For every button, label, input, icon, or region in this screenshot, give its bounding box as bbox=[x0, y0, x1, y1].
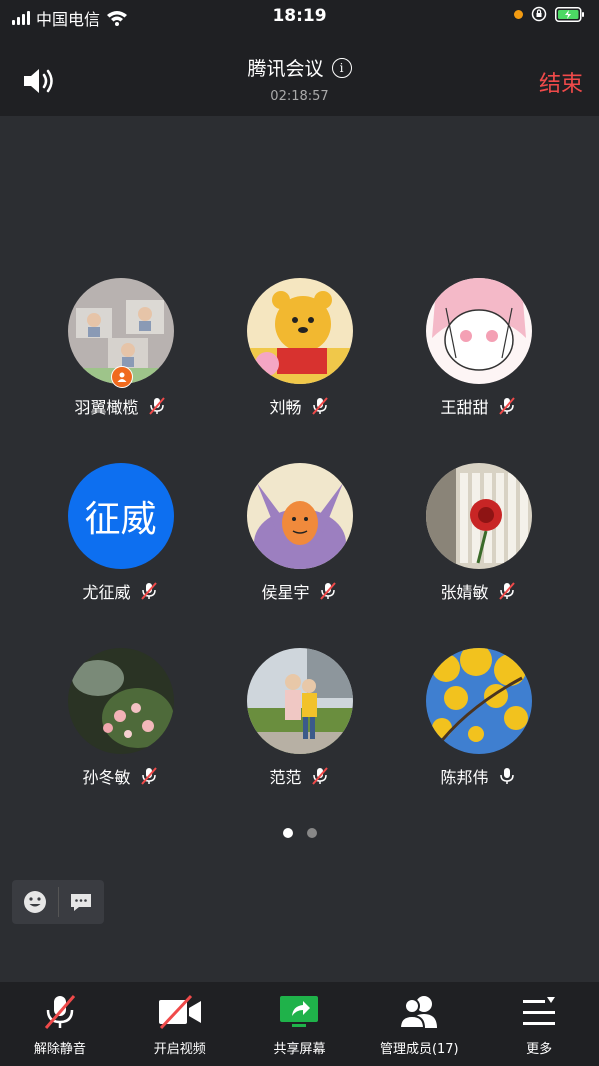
participant-tile[interactable]: 孙冬敏 bbox=[31, 648, 210, 788]
participant-name: 尤征威 bbox=[82, 583, 131, 602]
participant-tile[interactable]: 张婧敏 bbox=[389, 463, 568, 603]
avatar bbox=[67, 648, 174, 754]
quick-actions bbox=[12, 880, 104, 924]
participant-name: 王甜甜 bbox=[440, 398, 489, 417]
participant-tile[interactable]: 王甜甜 bbox=[389, 278, 568, 418]
start-video-button[interactable]: 开启视频 bbox=[120, 982, 240, 1066]
meeting-timer: 02:18:57 bbox=[270, 89, 329, 104]
more-button[interactable]: 更多 bbox=[479, 982, 599, 1066]
avatar bbox=[246, 278, 353, 384]
unmute-button[interactable]: 解除静音 bbox=[0, 982, 120, 1066]
start-video-label: 开启视频 bbox=[153, 1042, 206, 1057]
mic-muted-icon bbox=[498, 582, 515, 600]
mic-muted-icon bbox=[311, 767, 328, 785]
participant-name: 范范 bbox=[269, 768, 302, 787]
page-dot[interactable] bbox=[306, 828, 317, 838]
participant-name: 孙冬敏 bbox=[82, 768, 131, 787]
participant-name: 侯星宇 bbox=[261, 583, 310, 602]
participant-tile[interactable]: 范范 bbox=[210, 648, 389, 788]
meeting-title[interactable]: 腾讯会议 bbox=[247, 54, 323, 81]
mic-muted-icon bbox=[148, 397, 165, 415]
chat-icon bbox=[71, 894, 92, 911]
avatar bbox=[425, 463, 532, 569]
avatar bbox=[246, 648, 353, 754]
page-indicator[interactable] bbox=[0, 828, 599, 838]
mic-muted-icon bbox=[140, 582, 157, 600]
rotation-lock-icon bbox=[531, 6, 547, 22]
host-badge-icon bbox=[110, 366, 133, 388]
participant-tile[interactable]: 陈邦伟 bbox=[389, 648, 568, 788]
mic-muted-icon bbox=[498, 397, 515, 415]
meeting-header: 腾讯会议 i 02:18:57 结束 bbox=[0, 36, 599, 116]
unmute-label: 解除静音 bbox=[33, 1042, 86, 1057]
status-time: 18:19 bbox=[272, 6, 327, 26]
status-bar: 中国电信 18:19 bbox=[0, 0, 599, 36]
share-screen-label: 共享屏幕 bbox=[273, 1042, 326, 1057]
emoji-button[interactable] bbox=[12, 880, 58, 924]
bottom-toolbar: 解除静音 开启视频 共享屏幕 管理成员(17) 更多 bbox=[0, 982, 599, 1066]
video-off-icon bbox=[158, 994, 201, 1030]
participant-tile[interactable]: 羽翼橄榄 bbox=[31, 278, 210, 418]
page-dot-active[interactable] bbox=[282, 828, 293, 838]
mic-muted-icon bbox=[319, 582, 336, 600]
participant-tile[interactable]: 刘畅 bbox=[210, 278, 389, 418]
share-screen-icon bbox=[280, 996, 319, 1027]
battery-icon bbox=[555, 6, 584, 22]
members-icon bbox=[399, 996, 438, 1029]
participant-tile[interactable]: 侯星宇 bbox=[210, 463, 389, 603]
participant-name: 陈邦伟 bbox=[440, 768, 489, 787]
participant-name: 刘畅 bbox=[269, 398, 302, 417]
emoji-icon bbox=[23, 891, 46, 913]
manage-members-button[interactable]: 管理成员(17) bbox=[359, 982, 479, 1066]
avatar bbox=[425, 278, 532, 384]
avatar bbox=[425, 648, 532, 754]
recording-dot-icon bbox=[514, 9, 523, 19]
mic-muted-icon bbox=[311, 397, 328, 415]
mic-muted-icon bbox=[44, 995, 76, 1029]
info-icon[interactable]: i bbox=[331, 57, 352, 78]
manage-members-label: 管理成员(17) bbox=[379, 1042, 459, 1057]
share-screen-button[interactable]: 共享屏幕 bbox=[240, 982, 360, 1066]
more-menu-icon bbox=[523, 997, 556, 1025]
participant-tile[interactable]: 征威 尤征威 bbox=[31, 463, 210, 603]
participant-name: 羽翼橄榄 bbox=[74, 398, 139, 417]
more-label: 更多 bbox=[526, 1042, 553, 1057]
mic-muted-icon bbox=[140, 767, 157, 785]
end-meeting-button[interactable]: 结束 bbox=[539, 66, 583, 98]
avatar bbox=[246, 463, 353, 569]
avatar-initials: 征威 bbox=[67, 463, 174, 569]
participant-name: 张婧敏 bbox=[440, 583, 489, 602]
chat-button[interactable] bbox=[58, 880, 104, 924]
mic-icon bbox=[499, 768, 514, 784]
